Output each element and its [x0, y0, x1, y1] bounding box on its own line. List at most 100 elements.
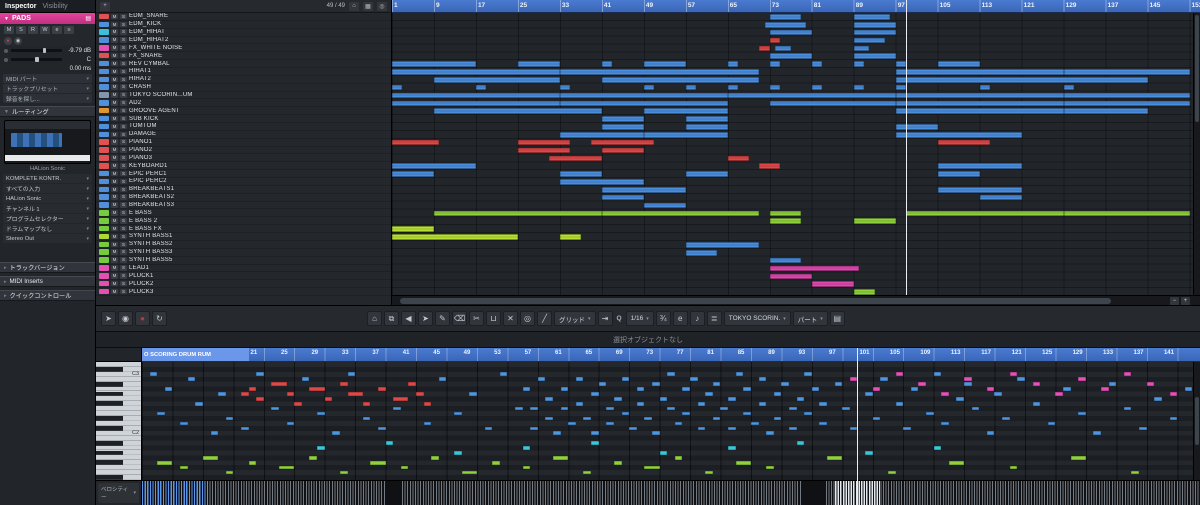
midi-note[interactable]	[1123, 406, 1132, 411]
midi-note[interactable]	[294, 401, 302, 406]
write-automation-button[interactable]: W	[40, 25, 50, 34]
midi-clip[interactable]	[559, 84, 571, 91]
midi-note[interactable]	[339, 382, 348, 386]
midi-note[interactable]	[606, 406, 614, 411]
midi-note[interactable]	[499, 372, 508, 377]
solo-button[interactable]: S	[120, 107, 127, 114]
midi-note[interactable]	[309, 456, 318, 460]
grid-icon[interactable]: ▦	[363, 1, 373, 11]
midi-note[interactable]	[910, 387, 919, 391]
part-select[interactable]: TOKYO SCORIN. ▾	[723, 311, 791, 326]
midi-note[interactable]	[735, 372, 744, 377]
midi-clip[interactable]	[601, 147, 644, 154]
routing-row[interactable]: KOMPLETE KONTR. ▾	[3, 174, 92, 183]
midi-clip[interactable]	[895, 61, 907, 67]
midi-note[interactable]	[202, 456, 219, 460]
midi-note[interactable]	[735, 460, 751, 465]
midi-clip[interactable]	[433, 76, 560, 83]
track-row[interactable]: M S HIHAT1	[96, 68, 391, 76]
midi-note[interactable]	[1093, 431, 1102, 436]
midi-clip[interactable]	[727, 61, 739, 67]
midi-note[interactable]	[788, 406, 797, 411]
track-row[interactable]: M S EDM_KICK	[96, 21, 391, 29]
midi-note[interactable]	[865, 392, 873, 396]
midi-note[interactable]	[964, 382, 972, 386]
midi-note[interactable]	[180, 421, 188, 426]
midi-note[interactable]	[872, 387, 881, 391]
midi-clip[interactable]	[559, 171, 602, 177]
midi-note[interactable]	[537, 377, 546, 381]
mute-button[interactable]: M	[111, 45, 118, 51]
midi-clip[interactable]	[769, 14, 802, 20]
midi-note[interactable]	[933, 446, 942, 450]
solo-button[interactable]: S	[120, 249, 127, 255]
editor-playhead[interactable]	[857, 348, 859, 505]
grid-type-select[interactable]: グリッド ▾	[554, 311, 596, 326]
midi-clip[interactable]	[937, 171, 980, 177]
midi-note[interactable]	[377, 426, 386, 431]
routing-row[interactable]: すべての入力 ▾	[3, 184, 92, 193]
midi-note[interactable]	[804, 372, 812, 377]
midi-clip[interactable]	[895, 100, 1064, 107]
mute-button[interactable]: M	[111, 257, 118, 263]
midi-note[interactable]	[667, 372, 675, 377]
mute-button[interactable]: M	[111, 29, 118, 35]
solo-button[interactable]: S	[120, 84, 127, 90]
midi-clip[interactable]	[853, 14, 891, 20]
mute-button[interactable]: M	[111, 280, 118, 287]
playhead[interactable]	[906, 0, 908, 295]
midi-note[interactable]	[956, 397, 965, 401]
track-row[interactable]: M S SYNTH BASS5	[96, 257, 391, 265]
midi-note[interactable]	[1078, 411, 1086, 416]
midi-note[interactable]	[880, 377, 888, 381]
midi-clip[interactable]	[769, 273, 812, 280]
track-row[interactable]: M S FX_WHITE NOISE	[96, 44, 391, 53]
midi-note[interactable]	[804, 411, 812, 416]
solo-button[interactable]: S	[120, 202, 127, 208]
track-row[interactable]: M S BREAKBEATS2	[96, 194, 391, 202]
midi-note[interactable]	[286, 421, 295, 426]
midi-note[interactable]	[332, 431, 340, 436]
mute-button[interactable]: M	[111, 225, 118, 232]
midi-note[interactable]	[530, 406, 538, 411]
track-row[interactable]: M S EDM_HIHAT	[96, 29, 391, 37]
track-title-bar[interactable]: ▼ PADS ▤	[0, 13, 95, 24]
solo-button[interactable]: S	[120, 21, 127, 28]
track-row[interactable]: M S GROOVE AGENT	[96, 107, 391, 116]
midi-note[interactable]	[1047, 421, 1056, 426]
midi-note[interactable]	[918, 382, 926, 386]
scrollbar-thumb[interactable]	[400, 298, 1112, 304]
midi-note[interactable]	[362, 401, 371, 406]
midi-clip[interactable]	[727, 155, 749, 162]
inspector-dropdown-row[interactable]: MIDI パート ▾	[3, 74, 92, 83]
mute-button[interactable]: M	[111, 115, 118, 122]
midi-note[interactable]	[667, 406, 675, 411]
mute-button[interactable]: M	[111, 218, 118, 224]
midi-note[interactable]	[872, 416, 881, 421]
inspector-section-header[interactable]: ▸ トラックバージョン	[0, 262, 95, 273]
midi-note[interactable]	[621, 411, 630, 416]
midi-clip[interactable]	[392, 226, 434, 232]
midi-clip[interactable]	[769, 53, 812, 59]
loop-icon[interactable]: ↻	[152, 311, 167, 326]
midi-note[interactable]	[416, 392, 424, 396]
midi-note[interactable]	[1002, 416, 1010, 421]
track-row[interactable]: M S EPIC PERC1	[96, 170, 391, 179]
midi-clip[interactable]	[853, 45, 870, 52]
menu-icon[interactable]: ≡	[64, 25, 74, 34]
solo-button[interactable]: S	[120, 92, 127, 98]
midi-clip[interactable]	[853, 53, 896, 59]
midi-clip[interactable]	[853, 61, 865, 67]
routing-row[interactable]: Stereo Out ▾	[3, 234, 92, 243]
piano-key[interactable]	[96, 475, 141, 480]
midi-note[interactable]	[842, 406, 850, 411]
volume-handle[interactable]	[42, 47, 47, 54]
edit-solo-icon[interactable]: ◉	[118, 311, 133, 326]
zoom-tool-icon[interactable]: ◎	[520, 311, 535, 326]
midi-clip[interactable]	[517, 61, 560, 67]
midi-clip[interactable]	[559, 92, 728, 99]
midi-note[interactable]	[560, 406, 569, 411]
midi-note[interactable]	[758, 377, 767, 381]
editor-vertical-scrollbar[interactable]	[1193, 362, 1200, 480]
midi-clip[interactable]	[559, 234, 581, 240]
